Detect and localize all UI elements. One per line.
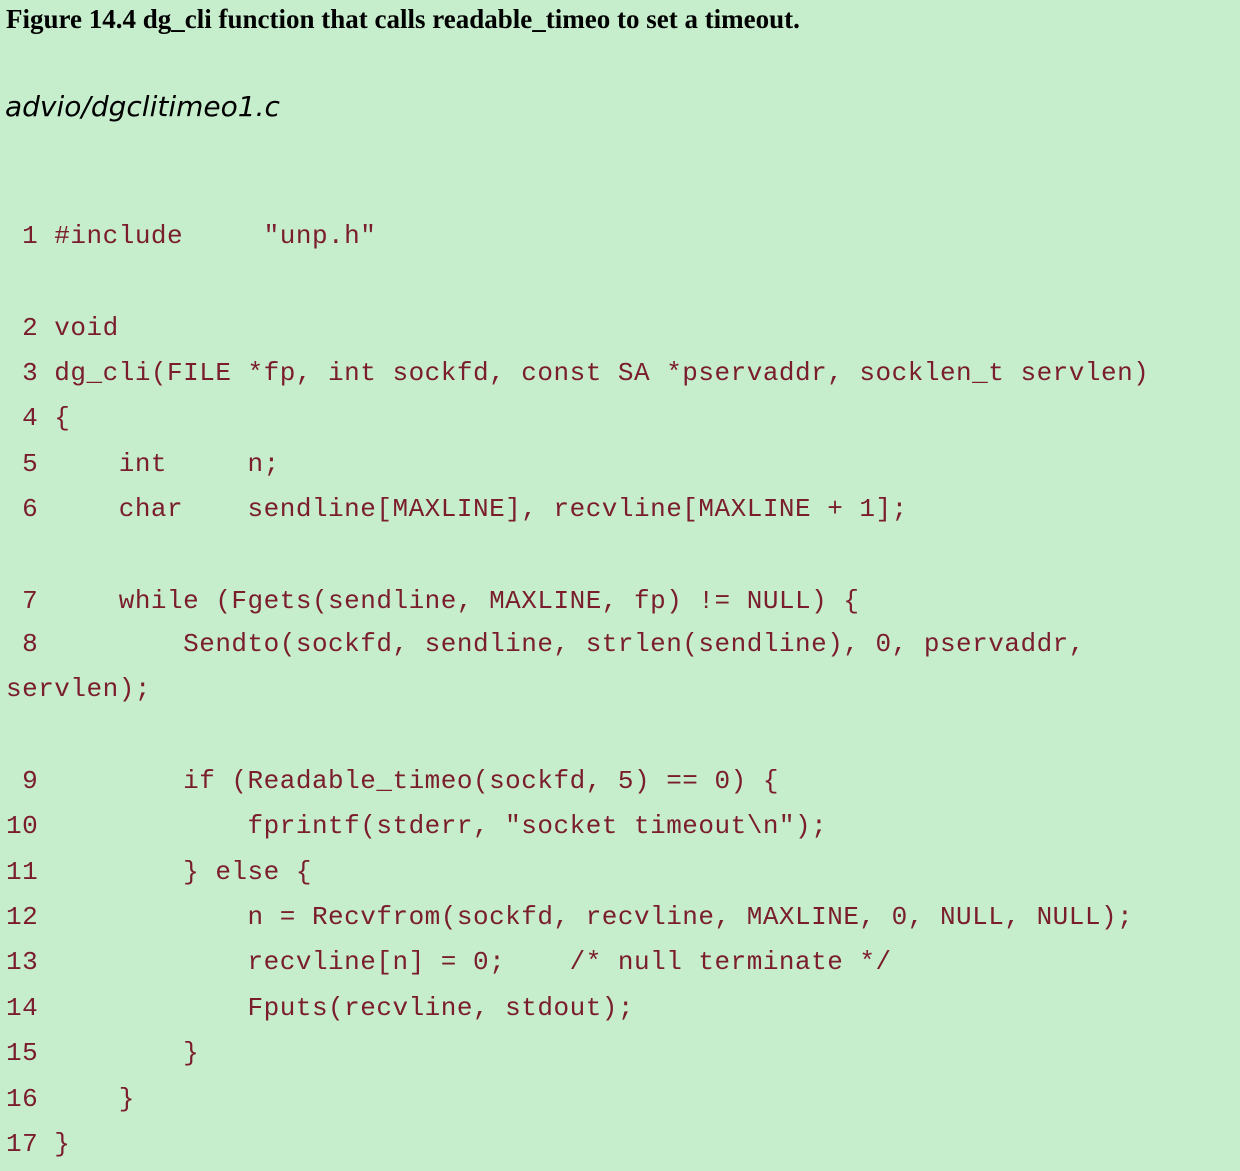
code-line: 11 } else { <box>6 857 312 887</box>
code-line: 13 recvline[n] = 0; /* null terminate */ <box>6 947 892 977</box>
code-line: 2 void <box>6 313 119 343</box>
code-line: 4 { <box>6 403 71 433</box>
code-line: 10 fprintf(stderr, "socket timeout\n"); <box>6 811 828 841</box>
code-line: 9 if (Readable_timeo(sockfd, 5) == 0) { <box>6 766 779 796</box>
code-line: 17 } <box>6 1129 71 1159</box>
code-line: 7 while (Fgets(sendline, MAXLINE, fp) !=… <box>6 586 860 616</box>
code-line: servlen); <box>6 674 151 704</box>
figure-caption: Figure 14.4 dg_cli function that calls r… <box>6 4 800 34</box>
source-filename: advio/dgclitimeo1.c <box>5 90 280 123</box>
code-line: 3 dg_cli(FILE *fp, int sockfd, const SA … <box>6 358 1150 388</box>
code-line: 15 } <box>6 1038 200 1068</box>
code-line: 14 Fputs(recvline, stdout); <box>6 993 634 1023</box>
code-line: 16 } <box>6 1084 135 1114</box>
code-line: 12 n = Recvfrom(sockfd, recvline, MAXLIN… <box>6 902 1134 932</box>
code-line: 8 Sendto(sockfd, sendline, strlen(sendli… <box>6 629 1085 659</box>
code-line: 5 int n; <box>6 449 280 479</box>
code-line: 6 char sendline[MAXLINE], recvline[MAXLI… <box>6 494 908 524</box>
code-line: 1 #include "unp.h" <box>6 221 377 251</box>
